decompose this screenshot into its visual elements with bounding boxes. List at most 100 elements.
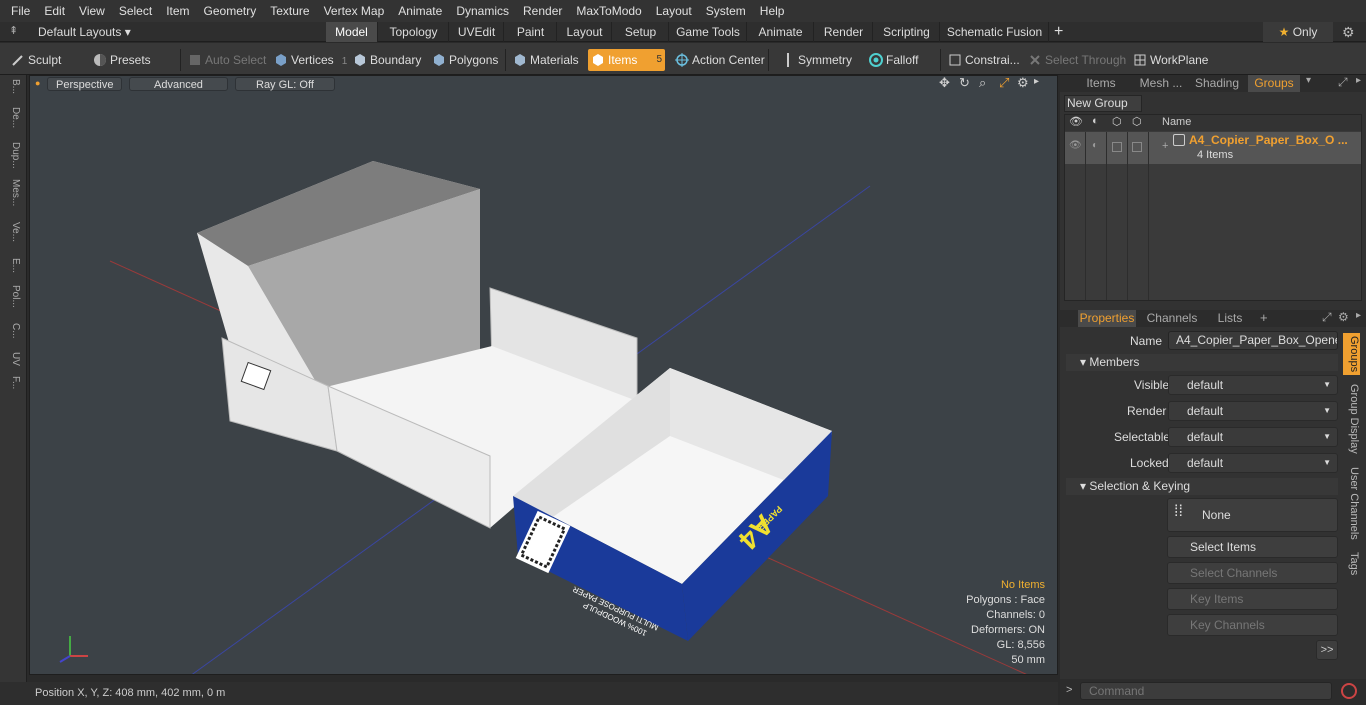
row-select-checkbox[interactable] [1112, 142, 1122, 152]
3d-viewport[interactable]: MULTI PURPOSE PAPER 100% WOODPULP A4 PAP… [29, 75, 1058, 675]
properties-gear-icon[interactable]: ⚙ [1338, 310, 1349, 324]
mode-tab-setup[interactable]: Setup [613, 22, 669, 42]
tab-mesh[interactable]: Mesh ... [1134, 75, 1188, 92]
workplane-button[interactable]: WorkPlane [1130, 49, 1208, 71]
constraints-button[interactable]: Constrai... [945, 49, 1020, 71]
viewport-dot-icon[interactable]: ● [35, 78, 40, 88]
menu-item-select[interactable]: Select [112, 0, 159, 22]
mode-tab-layout[interactable]: Layout [558, 22, 612, 42]
command-input[interactable] [1080, 682, 1332, 700]
boundary-button[interactable]: Boundary [350, 49, 421, 71]
menu-item-vertex-map[interactable]: Vertex Map [317, 0, 392, 22]
none-button[interactable]: ⁞⁞ None [1167, 498, 1338, 532]
left-tab-1[interactable]: De... [5, 107, 21, 128]
visible-dropdown[interactable]: default ▼ [1168, 375, 1338, 395]
gear-icon[interactable]: ⚙ [1342, 22, 1355, 42]
mode-tab-render[interactable]: Render [815, 22, 873, 42]
tab-channels[interactable]: Channels [1144, 310, 1200, 327]
panel-expand-icon[interactable]: ⤢ [1338, 75, 1348, 90]
sculpt-button[interactable]: Sculpt [8, 49, 61, 71]
scene-canvas[interactable]: MULTI PURPOSE PAPER 100% WOODPULP A4 PAP… [30, 76, 1058, 675]
tab-lists[interactable]: Lists [1208, 310, 1252, 327]
left-tab-7[interactable]: C... [5, 323, 21, 339]
maximize-icon[interactable]: ⤢ [999, 75, 1009, 91]
polygons-button[interactable]: Polygons [429, 49, 498, 71]
viewport-gear-icon[interactable]: ⚙ [1017, 75, 1029, 91]
members-section[interactable]: ▾ Members [1066, 354, 1338, 371]
side-tab-user-channels[interactable]: User Channels [1343, 465, 1360, 541]
menu-item-view[interactable]: View [72, 0, 112, 22]
left-tab-0[interactable]: B... [5, 79, 21, 94]
viewport-menu-arrow-icon[interactable]: ▸ [1034, 76, 1039, 87]
falloff-button[interactable]: Falloff [866, 49, 918, 71]
select-channels-button[interactable]: Select Channels [1167, 562, 1338, 584]
add-tab-icon[interactable]: + [1054, 22, 1063, 42]
select-col-icon[interactable]: ⬡ [1112, 115, 1122, 128]
symmetry-button[interactable]: Symmetry [778, 49, 852, 71]
left-tab-4[interactable]: Ve... [5, 222, 21, 242]
layout-dropdown[interactable]: Default Layouts ▾ [38, 22, 131, 42]
items-button[interactable]: Items 5 [588, 49, 665, 71]
menu-item-dynamics[interactable]: Dynamics [449, 0, 516, 22]
side-tab-groups[interactable]: Groups [1343, 333, 1360, 375]
render-dropdown[interactable]: default ▼ [1168, 401, 1338, 421]
name-field[interactable]: A4_Copier_Paper_Box_Opened ( [1168, 331, 1338, 350]
presets-button[interactable]: Presets [90, 49, 151, 71]
row-eye-icon[interactable]: 👁 [1069, 140, 1082, 151]
selectable-dropdown[interactable]: default ▼ [1168, 427, 1338, 447]
row-render-icon[interactable]: ◐ [1092, 140, 1098, 151]
add-properties-tab-icon[interactable]: + [1260, 310, 1268, 325]
new-group-button[interactable]: New Group [1064, 95, 1142, 112]
group-row[interactable]: 👁 ◐ + A4_Copier_Paper_Box_O ... 4 Items [1065, 132, 1361, 164]
record-icon[interactable] [1341, 683, 1357, 699]
menu-item-maxtomodo[interactable]: MaxToModo [569, 0, 648, 22]
properties-expand-icon[interactable]: ⤢ [1322, 310, 1332, 325]
row-lock-checkbox[interactable] [1132, 142, 1142, 152]
rotate-icon[interactable]: ↻ [959, 75, 970, 91]
left-tab-2[interactable]: Dup... [5, 142, 21, 169]
zoom-icon[interactable]: ⌕ [979, 75, 986, 91]
tab-groups[interactable]: Groups [1248, 75, 1300, 92]
only-button[interactable]: ★ Only [1263, 22, 1333, 42]
tab-properties[interactable]: Properties [1078, 310, 1136, 327]
locked-dropdown[interactable]: default ▼ [1168, 453, 1338, 473]
menu-item-animate[interactable]: Animate [391, 0, 449, 22]
expand-icon[interactable]: ⇞ [9, 24, 18, 37]
tab-shading[interactable]: Shading [1190, 75, 1244, 92]
mode-tab-schematic-fusion[interactable]: Schematic Fusion [941, 22, 1049, 42]
side-tab-tags[interactable]: Tags [1343, 550, 1360, 578]
menu-item-file[interactable]: File [4, 0, 37, 22]
menu-item-render[interactable]: Render [516, 0, 569, 22]
perspective-button[interactable]: Perspective [47, 77, 123, 91]
left-tab-5[interactable]: E... [5, 258, 21, 273]
action-center-button[interactable]: Action Center [672, 49, 765, 71]
left-tab-9[interactable]: F... [5, 376, 21, 389]
selection-keying-section[interactable]: ▾ Selection & Keying [1066, 478, 1338, 495]
tab-items[interactable]: Items [1076, 75, 1126, 92]
left-tab-8[interactable]: UV [5, 352, 21, 366]
mode-tab-model[interactable]: Model [326, 22, 378, 42]
menu-item-help[interactable]: Help [753, 0, 792, 22]
menu-item-texture[interactable]: Texture [263, 0, 316, 22]
left-tab-6[interactable]: Pol... [5, 285, 21, 308]
menu-item-edit[interactable]: Edit [37, 0, 72, 22]
select-through-button[interactable]: Select Through [1025, 49, 1126, 71]
left-tab-3[interactable]: Mes... [5, 179, 21, 206]
row-expand-icon[interactable]: + [1162, 140, 1168, 152]
mode-tab-animate[interactable]: Animate [748, 22, 814, 42]
side-tab-group-display[interactable]: Group Display [1343, 382, 1360, 456]
menu-item-item[interactable]: Item [159, 0, 196, 22]
advanced-button[interactable]: Advanced [129, 77, 228, 91]
select-items-button[interactable]: Select Items [1167, 536, 1338, 558]
auto-select-button[interactable]: Auto Select [185, 49, 266, 71]
vertices-button[interactable]: Vertices 1 [271, 49, 347, 71]
more-button[interactable]: >> [1316, 640, 1338, 660]
key-items-button[interactable]: Key Items [1167, 588, 1338, 610]
tab-dropdown-icon[interactable]: ▾ [1306, 75, 1311, 86]
raygl-button[interactable]: Ray GL: Off [235, 77, 335, 91]
mode-tab-scripting[interactable]: Scripting [874, 22, 940, 42]
panel-arrow-icon[interactable]: ▸ [1356, 75, 1361, 86]
render-col-icon[interactable]: ◐ [1092, 115, 1099, 127]
properties-arrow-icon[interactable]: ▸ [1356, 310, 1361, 321]
mode-tab-uvedit[interactable]: UVEdit [450, 22, 504, 42]
